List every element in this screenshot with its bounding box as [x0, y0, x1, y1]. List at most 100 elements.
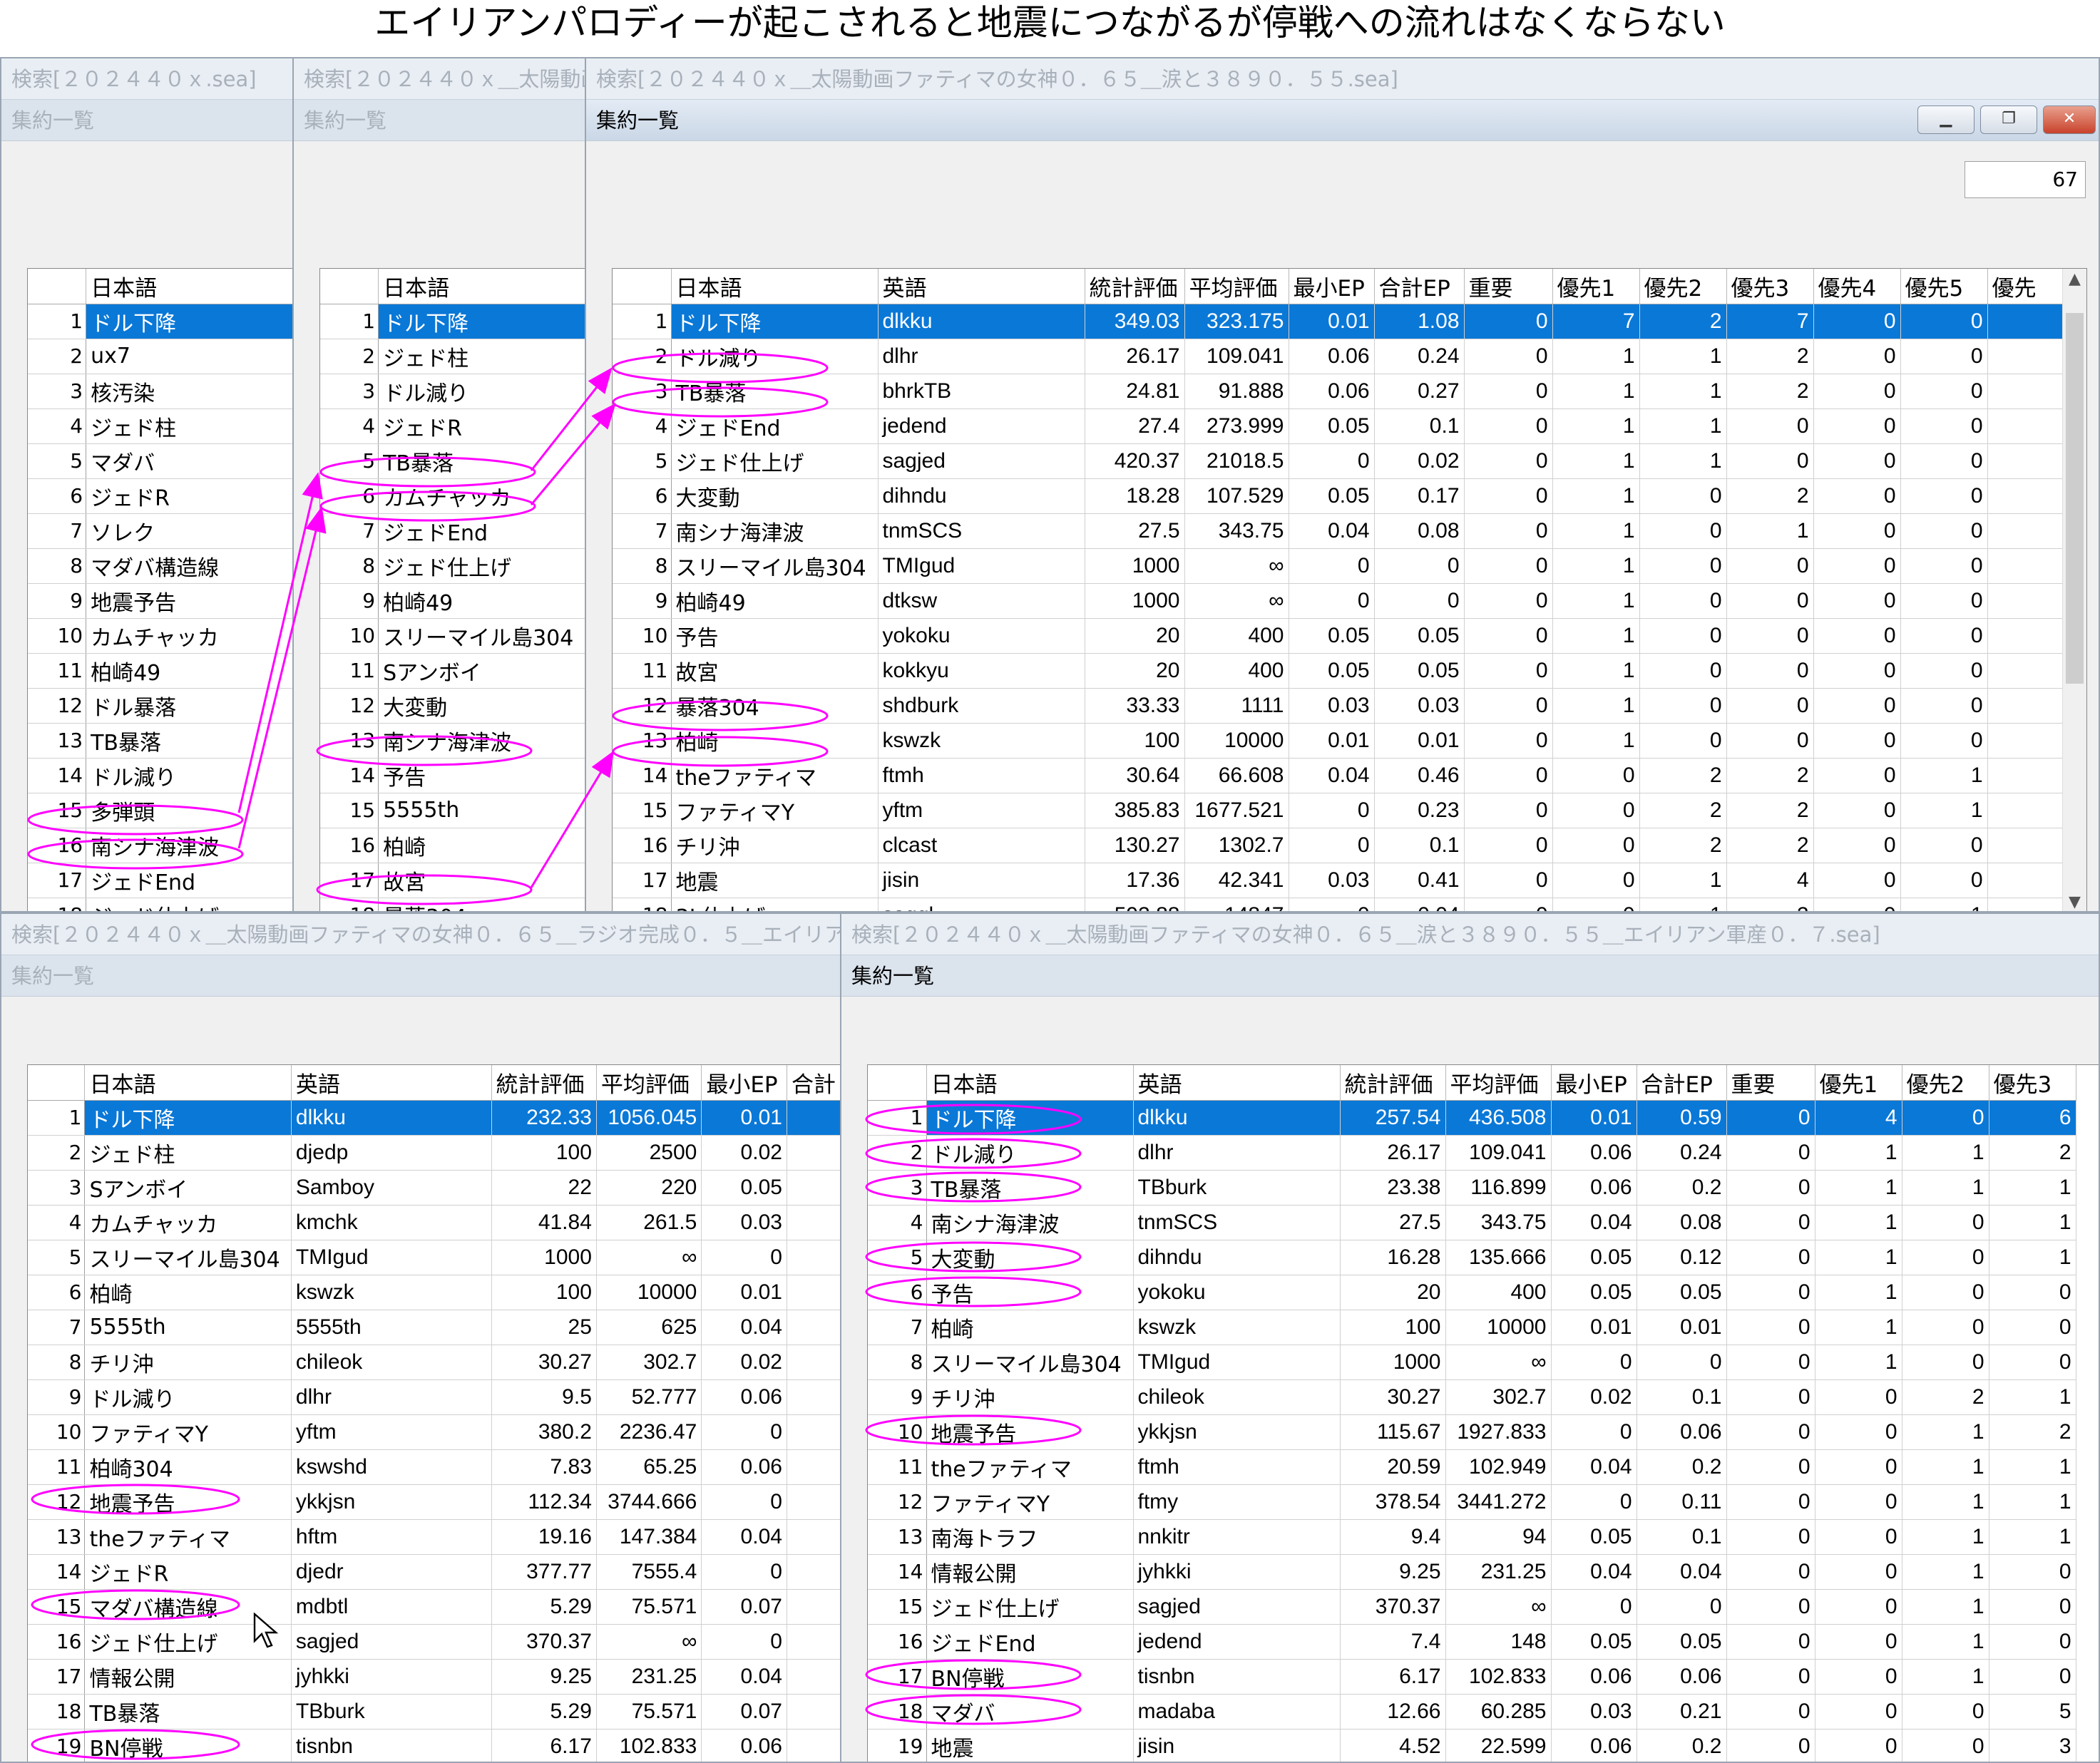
table-cell[interactable]: 0: [1726, 1449, 1815, 1485]
row-number[interactable]: 14: [868, 1554, 927, 1590]
row-number[interactable]: 3: [28, 374, 87, 409]
table-cell[interactable]: 0.01: [1289, 723, 1375, 759]
table-cell[interactable]: jyhkki: [291, 1659, 492, 1695]
table-cell[interactable]: ドル減り: [926, 1135, 1134, 1171]
table-cell[interactable]: スリーマイル島304: [671, 548, 879, 584]
table-cell[interactable]: 0.05: [1551, 1240, 1637, 1275]
table-cell[interactable]: 0.05: [1289, 618, 1375, 654]
table-cell[interactable]: ftmy: [1133, 1484, 1341, 1520]
row-number[interactable]: 8: [320, 548, 379, 584]
table-cell[interactable]: 0: [1989, 1275, 2076, 1310]
table-cell[interactable]: jisin: [1133, 1729, 1341, 1762]
table-cell[interactable]: BN停戦: [926, 1659, 1134, 1695]
table-row[interactable]: 5 マダバ: [28, 443, 292, 479]
column-header[interactable]: 優先4: [1813, 269, 1901, 304]
table-cell[interactable]: 南シナ海津波: [926, 1205, 1134, 1240]
table-cell[interactable]: 0.04: [701, 1310, 787, 1345]
table-cell[interactable]: 0: [1900, 583, 1988, 619]
table-row[interactable]: 6 柏崎 kswzk 100 10000 0.01: [28, 1275, 840, 1310]
table-cell[interactable]: 1: [1900, 898, 1988, 911]
table-row[interactable]: 15 多弾頭: [28, 793, 292, 828]
table-cell[interactable]: 302.7: [596, 1345, 702, 1380]
table-row[interactable]: 9 柏崎49 dtksw 1000 ∞ 0 0 0 1 0 0 0 0: [613, 583, 2074, 619]
table-cell[interactable]: [787, 1170, 840, 1206]
table-cell[interactable]: 0.41: [1374, 863, 1465, 898]
table-cell[interactable]: ドル減り: [671, 339, 879, 374]
table-cell[interactable]: mdbtl: [291, 1589, 492, 1625]
table-cell[interactable]: 27.5: [1340, 1205, 1446, 1240]
table-cell[interactable]: 0.04: [1289, 513, 1375, 549]
table-cell[interactable]: 1677.521: [1184, 793, 1289, 828]
table-cell[interactable]: ykkjsn: [291, 1484, 492, 1520]
row-number[interactable]: 6: [868, 1275, 927, 1310]
column-header[interactable]: [28, 269, 87, 304]
row-number[interactable]: 16: [28, 1624, 86, 1660]
row-number[interactable]: 7: [868, 1310, 927, 1345]
table-cell[interactable]: [1987, 443, 2074, 479]
table-cell[interactable]: 0: [1552, 898, 1640, 911]
row-number[interactable]: 11: [613, 653, 672, 689]
table-row[interactable]: 7 5555th 5555th 25 625 0.04: [28, 1310, 840, 1345]
table-cell[interactable]: 22.599: [1445, 1729, 1552, 1762]
row-number[interactable]: 18: [868, 1694, 927, 1729]
table-row[interactable]: 8 チリ沖 chileok 30.27 302.7 0.02: [28, 1345, 840, 1380]
table-cell[interactable]: ドル下降: [671, 304, 879, 339]
table-cell[interactable]: 0: [1639, 723, 1727, 759]
column-header[interactable]: 英語: [878, 269, 1085, 304]
table-cell[interactable]: ドル下降: [84, 1100, 292, 1136]
row-number[interactable]: 18: [320, 898, 379, 911]
table-row[interactable]: 18 TB暴落 TBburk 5.29 75.571 0.07: [28, 1694, 840, 1729]
row-number[interactable]: 7: [28, 513, 87, 549]
row-number[interactable]: 7: [320, 513, 379, 549]
table-cell[interactable]: [787, 1449, 840, 1485]
table-cell[interactable]: 0: [1464, 793, 1553, 828]
table-cell[interactable]: 0.05: [1637, 1624, 1727, 1660]
row-number[interactable]: 1: [28, 1100, 86, 1136]
table-cell[interactable]: 148: [1445, 1624, 1552, 1660]
table-cell[interactable]: 5: [1989, 1694, 2076, 1729]
table-cell[interactable]: 0: [1902, 1345, 1989, 1380]
table-cell[interactable]: TB暴落: [86, 723, 292, 759]
table-row[interactable]: 7 ソレク: [28, 513, 292, 549]
table-cell[interactable]: 2: [1639, 758, 1727, 793]
table-cell[interactable]: 27.5: [1085, 513, 1185, 549]
row-number[interactable]: 5: [613, 443, 672, 479]
column-header[interactable]: 日本語: [671, 269, 879, 304]
table-cell[interactable]: 0.06: [701, 1729, 787, 1762]
table-cell[interactable]: [1987, 618, 2074, 654]
table-cell[interactable]: dlhr: [291, 1379, 492, 1415]
table-cell[interactable]: 3: [1989, 1729, 2076, 1762]
row-number[interactable]: 2: [613, 339, 672, 374]
table-cell[interactable]: kswzk: [291, 1275, 492, 1310]
table-cell[interactable]: 109.041: [1184, 339, 1289, 374]
table-row[interactable]: 1 ドル下降 dlkku 257.54 436.508 0.01 0.59 0 4 0 6: [868, 1100, 2076, 1136]
table-cell[interactable]: ftmh: [1133, 1449, 1341, 1485]
table-cell[interactable]: ドル減り: [86, 758, 292, 793]
table-row[interactable]: 16 チリ沖 clcast 130.27 1302.7 0 0.1 0 0 2 2 0 0: [613, 828, 2074, 863]
table-cell[interactable]: jedend: [878, 408, 1085, 444]
table-cell[interactable]: 0.01: [1374, 723, 1465, 759]
table-cell[interactable]: 0.07: [701, 1589, 787, 1625]
table-cell[interactable]: 0.04: [1551, 1449, 1637, 1485]
table-cell[interactable]: 400: [1445, 1275, 1552, 1310]
row-number[interactable]: 5: [28, 1240, 86, 1275]
table-cell[interactable]: 0.04: [1551, 1205, 1637, 1240]
table-cell[interactable]: 0: [1900, 548, 1988, 584]
row-number[interactable]: 4: [320, 408, 379, 444]
table-cell[interactable]: 柏崎49: [86, 653, 292, 689]
table-cell[interactable]: 0: [1813, 339, 1901, 374]
table-cell[interactable]: 378.54: [1340, 1484, 1446, 1520]
row-number[interactable]: 10: [28, 1414, 86, 1450]
table-cell[interactable]: 1000: [1085, 583, 1185, 619]
table-cell[interactable]: ジェドEnd: [671, 408, 879, 444]
table-cell[interactable]: 0.06: [1551, 1729, 1637, 1762]
table-cell[interactable]: 109.041: [1445, 1135, 1552, 1171]
table-cell[interactable]: 情報公開: [926, 1554, 1134, 1590]
table-cell[interactable]: 0: [1726, 443, 1814, 479]
table-cell[interactable]: 0: [1726, 1659, 1815, 1695]
table-cell[interactable]: TMIgud: [878, 548, 1085, 584]
column-header[interactable]: 統計評価: [1340, 1065, 1446, 1101]
row-number[interactable]: 9: [320, 583, 379, 619]
table-cell[interactable]: 52.777: [596, 1379, 702, 1415]
table-row[interactable]: 5 大変動 dihndu 16.28 135.666 0.05 0.12 0 1 0 1: [868, 1240, 2076, 1275]
